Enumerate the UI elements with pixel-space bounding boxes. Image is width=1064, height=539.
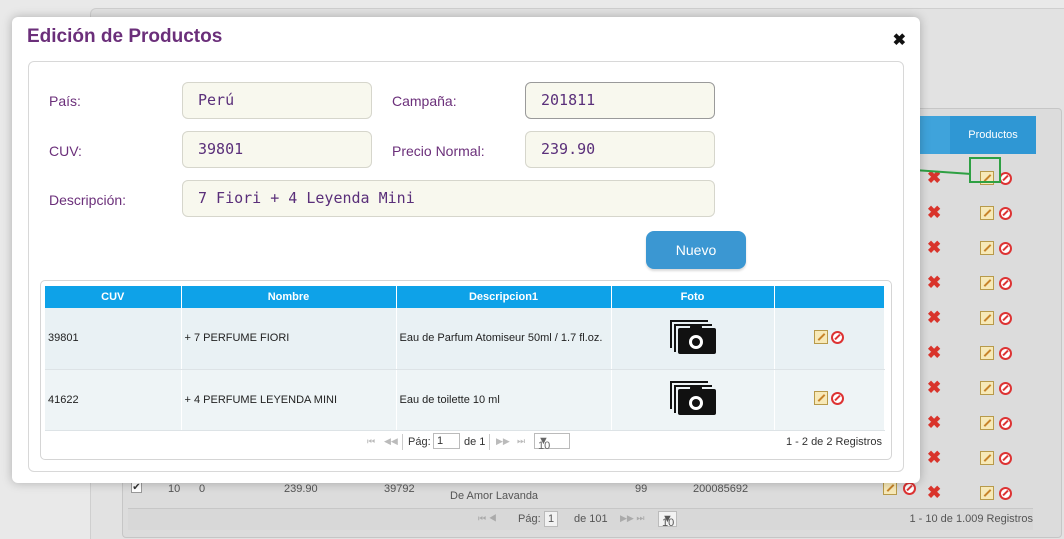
pager-records: 1 - 2 de 2 Registros <box>786 436 882 448</box>
nuevo-button[interactable]: Nuevo <box>646 231 746 269</box>
cell-nombre: + 7 PERFUME FIORI <box>181 308 397 370</box>
pager-rows-select[interactable]: 10 ▼ <box>534 433 570 452</box>
edit-pencil-icon[interactable] <box>814 391 829 405</box>
header-nombre[interactable]: Nombre <box>181 286 397 308</box>
campana-field[interactable]: 201811 <box>525 82 715 119</box>
pager-last-icon[interactable]: ⏭ <box>517 436 525 447</box>
header-descripcion1[interactable]: Descripcion1 <box>396 286 612 308</box>
pager-page-input[interactable]: 1 <box>544 511 559 527</box>
table-row[interactable]: 39801 + 7 PERFUME FIORI Eau de Parfum At… <box>45 308 885 370</box>
annotation-highlight-box <box>969 157 1001 183</box>
delete-icon[interactable] <box>831 330 845 344</box>
delete-x-icon[interactable]: ✖ <box>927 344 941 361</box>
products-table: CUV Nombre Descripcion1 Foto 39801 + 7 P… <box>45 286 885 431</box>
edit-pencil-icon[interactable] <box>980 311 994 325</box>
pager-rows-value: 10 <box>662 517 675 529</box>
pager-first-icon[interactable]: ⏮ ◀ <box>478 513 497 524</box>
campana-label: Campaña: <box>392 93 457 109</box>
edit-products-modal: Edición de Productos ✖ País: Perú Campañ… <box>12 17 920 483</box>
cell-descripcion: Eau de toilette 10 ml <box>396 369 612 431</box>
pager-of-label: de 1 <box>464 436 486 448</box>
header-foto[interactable]: Foto <box>611 286 775 308</box>
disable-icon[interactable] <box>999 312 1012 325</box>
edit-pencil-icon[interactable] <box>980 416 994 430</box>
row-col1: 10 <box>168 483 181 495</box>
disable-icon[interactable] <box>999 207 1012 220</box>
table-header-row: CUV Nombre Descripcion1 Foto <box>45 286 885 308</box>
pais-label: País: <box>49 93 81 109</box>
pager-page-input[interactable]: 1 <box>433 433 460 449</box>
precio-label: Precio Normal: <box>392 143 485 159</box>
cell-foto <box>611 369 775 431</box>
row-cuv: 39792 <box>384 483 415 495</box>
products-grid: CUV Nombre Descripcion1 Foto 39801 + 7 P… <box>40 280 892 460</box>
pager-first-icon[interactable]: ⏮ <box>367 436 375 447</box>
row-code: 200085692 <box>693 483 749 495</box>
pager-page-label: Pág: <box>518 513 541 525</box>
descripcion-label: Descripción: <box>49 192 127 208</box>
row-qty: 99 <box>635 483 648 495</box>
row-desc: De Amor Lavanda <box>450 490 539 502</box>
cell-cuv: 39801 <box>45 308 182 370</box>
pager-prev-icon[interactable]: ◀◀ <box>384 436 398 447</box>
delete-x-icon[interactable]: ✖ <box>927 309 941 326</box>
edit-pencil-icon[interactable] <box>980 346 994 360</box>
cell-foto <box>611 308 775 370</box>
descripcion-field[interactable]: 7 Fiori + 4 Leyenda Mini <box>182 180 715 217</box>
delete-x-icon[interactable]: ✖ <box>927 204 941 221</box>
row-checkbox[interactable]: ✔ <box>131 482 142 493</box>
row-col2: 0 <box>199 483 206 495</box>
cell-actions <box>774 369 885 431</box>
pager-records: 1 - 10 de 1.009 Registros <box>909 513 1033 525</box>
delete-x-icon[interactable]: ✖ <box>927 379 941 396</box>
disable-icon[interactable] <box>999 242 1012 255</box>
disable-icon[interactable] <box>999 452 1012 465</box>
modal-body: País: Perú Campaña: 201811 CUV: 39801 Pr… <box>28 61 904 472</box>
table-row[interactable]: 41622 + 4 PERFUME LEYENDA MINI Eau de to… <box>45 369 885 431</box>
cell-nombre: + 4 PERFUME LEYENDA MINI <box>181 369 397 431</box>
cuv-field[interactable]: 39801 <box>182 131 372 168</box>
grid-pager: ⏮ ◀◀ Pág: 1 de 1 ▶▶ ⏭ 10 ▼ 1 - 2 de 2 Re… <box>45 431 885 455</box>
edit-pencil-icon[interactable] <box>980 206 994 220</box>
delete-x-icon[interactable]: ✖ <box>927 449 941 466</box>
cell-cuv: 41622 <box>45 369 182 431</box>
camera-icon[interactable] <box>669 381 716 415</box>
delete-x-icon[interactable]: ✖ <box>927 274 941 291</box>
delete-x-icon[interactable]: ✖ <box>927 169 941 186</box>
pager-next-icon[interactable]: ▶▶ ⏭ <box>620 513 644 524</box>
close-icon[interactable]: ✖ <box>893 30 906 50</box>
disable-icon[interactable] <box>999 347 1012 360</box>
background-pager: ⏮ ◀ Pág: 1 de 101 ▶▶ ⏭ 10 ▼ 1 - 10 de 1.… <box>128 508 1033 530</box>
cell-actions <box>774 308 885 370</box>
delete-icon[interactable] <box>831 392 845 405</box>
delete-x-icon[interactable]: ✖ <box>927 414 941 431</box>
disable-icon[interactable] <box>999 417 1012 430</box>
edit-pencil-icon[interactable] <box>814 329 829 344</box>
pager-rows-select[interactable]: 10 ▼ <box>658 511 677 529</box>
cuv-label: CUV: <box>49 143 82 159</box>
camera-icon[interactable] <box>669 319 716 354</box>
pager-of-label: de 101 <box>574 513 608 525</box>
pager-rows-value: 10 <box>538 440 551 452</box>
pager-next-icon[interactable]: ▶▶ <box>496 436 510 447</box>
header-cuv[interactable]: CUV <box>45 286 182 308</box>
row-price: 239.90 <box>284 483 318 495</box>
modal-title: Edición de Productos <box>27 26 223 47</box>
pais-field[interactable]: Perú <box>182 82 372 119</box>
disable-icon[interactable] <box>999 382 1012 395</box>
pager-page-label: Pág: <box>408 436 431 448</box>
edit-pencil-icon[interactable] <box>980 381 994 395</box>
edit-pencil-icon[interactable] <box>980 451 994 465</box>
delete-x-icon[interactable]: ✖ <box>927 239 941 256</box>
edit-pencil-icon[interactable] <box>980 276 994 290</box>
edit-pencil-icon[interactable] <box>980 241 994 255</box>
precio-field[interactable]: 239.90 <box>525 131 715 168</box>
background-header-productos: Productos <box>950 116 1036 154</box>
header-actions <box>774 286 885 308</box>
cell-descripcion: Eau de Parfum Atomiseur 50ml / 1.7 fl.oz… <box>396 308 612 370</box>
disable-icon[interactable] <box>999 277 1012 290</box>
